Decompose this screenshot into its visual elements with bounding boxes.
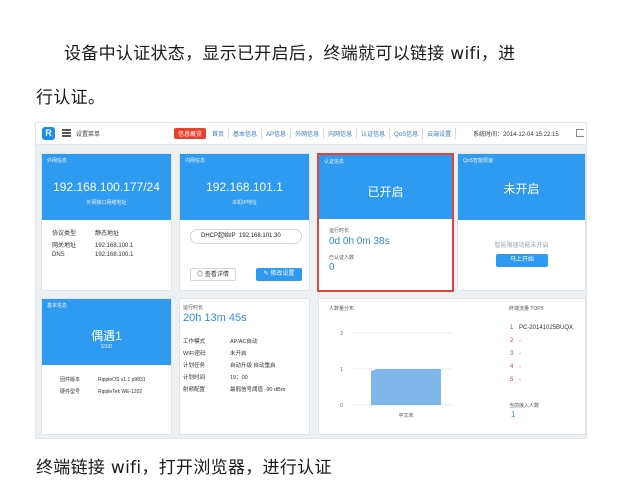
runtime-card: 运行时长 20h 13m 45s 工作模式 AP/AC自动 WIFI密码 未开启 计…	[179, 298, 310, 435]
wan-row-dns: DNS 192.168.100.1	[52, 252, 134, 258]
wan-card: 外网信息 192.168.100.177/24 外网接口网络地址 协议类型 静态地…	[41, 153, 172, 291]
chart-area-series	[371, 369, 441, 405]
runtime-label: 运行时长	[183, 305, 204, 311]
view-details-button[interactable]: ◎ 查看详情	[190, 268, 236, 281]
router-admin-screenshot: R 设置菜单 信息概览 首页 基本信息 AP信息 外网信息 内网信息 认证信息 QoS信息 云端…	[35, 122, 587, 439]
runtime-row-task: 计划任务 自动升级 自动重启	[183, 363, 276, 369]
top5-rank: 3	[510, 351, 514, 357]
runtime-row-wifi-password: WIFI密码 未开启	[183, 351, 247, 357]
nav-tab-4[interactable]: 外网信息	[291, 128, 325, 139]
lan-ip: 192.168.101.1	[206, 180, 283, 194]
top-bar: R 设置菜单 信息概览 首页 基本信息 AP信息 外网信息 内网信息 认证信息 QoS信息 云端…	[36, 123, 586, 145]
nav-tab-7[interactable]: QoS信息	[390, 128, 424, 139]
distribution-chart: 0 1 2 中文未	[340, 331, 453, 419]
doc-paragraph-line-1: 设备中认证状态，显示已开启后，终端就可以链接 wifi，进	[64, 44, 516, 64]
nav-tab-0[interactable]: 信息概览	[174, 128, 207, 139]
edit-settings-button[interactable]: ✎ 修改设置	[256, 268, 302, 281]
top5-rank: 5	[510, 377, 514, 383]
top5-name: -	[519, 377, 521, 383]
top5-rank: 4	[510, 364, 514, 370]
wan-row-protocol: 协议类型 静态地址	[52, 231, 120, 237]
top5-title: 终端流量 TOP5	[509, 306, 544, 312]
qos-start-button[interactable]: 马上开始	[496, 254, 548, 267]
basic-card: 基本信息 偶遇1 SSID 固件版本 RippleOS v1.1 p9831 硬件…	[41, 298, 172, 435]
dhcp-start-ip: DHCP起始IP 192.168.101.30	[190, 229, 302, 244]
lan-ip-caption: 本机IP地址	[232, 200, 257, 206]
top5-item: 2-	[510, 338, 586, 351]
chart-y-tick: 1	[340, 367, 343, 373]
runtime-value: 20h 13m 45s	[183, 312, 247, 324]
chart-x-tick: 中文未	[398, 412, 413, 419]
wan-row-gateway: 网关地址 192.168.100.1	[52, 243, 134, 249]
doc-paragraph-line-3: 终端链接 wifi，打开浏览器，进行认证	[36, 458, 332, 478]
wan-ip-caption: 外网接口网络地址	[86, 200, 127, 206]
top5-list: 1 PC-20141025BUQX 2-3-4-5-	[510, 325, 586, 390]
basic-card-label: 基本信息	[47, 303, 68, 309]
runtime-row-time: 计划时间 19：00	[183, 375, 248, 381]
top5-item: 3-	[510, 351, 586, 364]
lan-card: 内网信息 192.168.101.1 本机IP地址 DHCP起始IP 192.1…	[179, 153, 310, 291]
menu-icon[interactable]	[62, 129, 71, 137]
runtime-row-mode: 工作模式 AP/AC自动	[183, 339, 258, 345]
stats-card: 人数量分布 0 1 2 中文未 终端流量 TOP5 1 PC-20141025BUQX 2…	[318, 298, 586, 435]
qos-card-label: QoS智能限速	[463, 158, 494, 164]
qos-card: QoS智能限速 未开启 智能限速功能未开启 马上开始	[457, 153, 586, 291]
runtime-row-rf: 射频配置 最弱信号阈值 -90 dBm	[183, 387, 286, 393]
doc-paragraph-line-2: 行认证。	[36, 88, 106, 108]
top5-rank: 2	[510, 338, 514, 344]
nav-tabs: 信息概览 首页 基本信息 AP信息 外网信息 内网信息 认证信息 QoS信息 云端设置	[174, 128, 457, 139]
highlight-box	[317, 153, 454, 292]
ssid-name: 偶遇1	[91, 329, 122, 343]
nav-tab-5[interactable]: 内网信息	[324, 128, 358, 139]
nav-tab-6[interactable]: 认证信息	[357, 128, 391, 139]
top5-item: 4-	[510, 364, 586, 377]
top5-name: -	[519, 364, 521, 370]
basic-row-hardware: 硬件型号 RippleTek WE-1202	[60, 389, 143, 395]
ssid-caption: SSID	[100, 344, 113, 350]
online-count: 1	[511, 410, 516, 419]
basic-row-firmware: 固件版本 RippleOS v1.1 p9831	[60, 377, 146, 383]
chart-y-tick: 0	[340, 403, 343, 409]
top5-name: -	[519, 351, 521, 357]
app-title: 设置菜单	[76, 132, 101, 138]
lan-card-label: 内网信息	[185, 158, 206, 164]
chart-y-tick: 2	[340, 331, 343, 337]
logo-icon: R	[42, 127, 55, 140]
top5-name: PC-20141025BUQX	[519, 325, 574, 331]
top5-rank: 1	[510, 325, 514, 331]
logout-icon[interactable]	[576, 129, 584, 137]
chart-title: 人数量分布	[329, 306, 355, 312]
system-time: 系统时间：2014-12-04 15:22:15	[473, 132, 559, 138]
nav-tab-3[interactable]: AP信息	[262, 128, 292, 139]
top5-name: -	[519, 338, 521, 344]
wan-ip: 192.168.100.177/24	[53, 180, 160, 194]
wan-card-label: 外网信息	[47, 158, 68, 164]
nav-tab-8[interactable]: 云端设置	[423, 128, 457, 139]
qos-hint: 智能限速功能未开启	[494, 243, 549, 249]
nav-tab-2[interactable]: 基本信息	[229, 128, 263, 139]
nav-tab-1[interactable]: 首页	[208, 128, 230, 139]
top5-item: 5-	[510, 377, 586, 390]
online-count-label: 当前接入人数	[509, 403, 540, 409]
top5-item: 1 PC-20141025BUQX	[510, 325, 586, 338]
qos-status: 未开启	[503, 182, 540, 196]
